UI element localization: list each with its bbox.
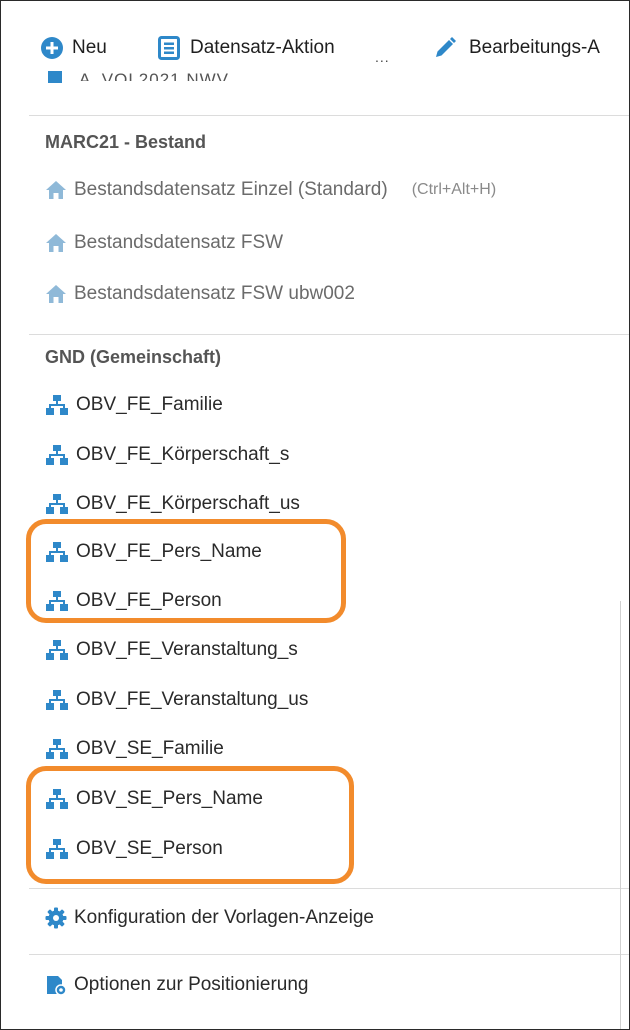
- template-menu-panel: Neu Datensatz-Aktion ... Bearbeitungs-A …: [0, 0, 630, 1030]
- home-icon: [48, 71, 62, 83]
- section-title-gnd: GND (Gemeinschaft): [45, 347, 222, 367]
- hierarchy-icon: [45, 444, 69, 466]
- gear-icon: [45, 907, 67, 929]
- hierarchy-icon: [45, 394, 69, 416]
- menu-item-label: OBV_FE_Körperschaft_s: [76, 444, 290, 465]
- hierarchy-icon: [45, 838, 69, 860]
- toolbar: Neu Datensatz-Aktion ... Bearbeitungs-A: [1, 1, 629, 71]
- edit-action-label: Bearbeitungs-A: [469, 37, 600, 58]
- record-list-icon: [158, 36, 180, 60]
- menu-item-obv-se-familie[interactable]: OBV_SE_Familie: [45, 738, 224, 760]
- shortcut-hint: (Ctrl+Alt+H): [411, 181, 497, 198]
- record-action-more-indicator: ...: [375, 49, 390, 65]
- divider: [29, 115, 629, 116]
- hierarchy-icon: [45, 738, 69, 760]
- home-icon: [45, 233, 67, 253]
- hierarchy-icon: [45, 639, 69, 661]
- menu-item-bestand-fsw[interactable]: Bestandsdatensatz FSW: [45, 232, 283, 254]
- menu-item-label: OBV_FE_Veranstaltung_s: [76, 639, 298, 660]
- menu-item-obv-fe-pers-name[interactable]: OBV_FE_Pers_Name: [45, 541, 262, 563]
- new-button-label: Neu: [72, 37, 107, 58]
- hierarchy-icon: [45, 788, 69, 810]
- home-icon: [45, 180, 67, 200]
- menu-item-obv-fe-familie[interactable]: OBV_FE_Familie: [45, 394, 223, 416]
- menu-item-label: OBV_FE_Familie: [76, 394, 223, 415]
- menu-item-label: OBV_FE_Veranstaltung_us: [76, 689, 309, 710]
- menu-item-bestand-fsw-ubw002[interactable]: Bestandsdatensatz FSW ubw002: [45, 283, 355, 305]
- menu-item-obv-fe-person[interactable]: OBV_FE_Person: [45, 590, 222, 612]
- menu-item-label: Bestandsdatensatz FSW: [74, 232, 284, 253]
- menu-item-bestand-einzel[interactable]: Bestandsdatensatz Einzel (Standard) (Ctr…: [45, 179, 496, 201]
- menu-item-obv-se-person[interactable]: OBV_SE_Person: [45, 838, 223, 860]
- config-template-display-label: Konfiguration der Vorlagen-Anzeige: [74, 907, 374, 928]
- menu-item-label: Bestandsdatensatz FSW ubw002: [74, 283, 355, 304]
- hierarchy-icon: [45, 541, 69, 563]
- record-action-label: Datensatz-Aktion: [190, 37, 335, 58]
- config-template-display-button[interactable]: Konfiguration der Vorlagen-Anzeige: [45, 907, 374, 929]
- positioning-options-label: Optionen zur Positionierung: [74, 974, 309, 995]
- menu-item-label: OBV_SE_Familie: [76, 738, 224, 759]
- hierarchy-icon: [45, 590, 69, 612]
- divider: [29, 888, 629, 889]
- new-button[interactable]: Neu: [40, 33, 107, 63]
- positioning-options-button[interactable]: Optionen zur Positionierung: [45, 974, 308, 996]
- scrollbar[interactable]: [620, 601, 621, 1029]
- divider: [29, 954, 629, 955]
- divider: [29, 334, 629, 335]
- edit-action-button[interactable]: Bearbeitungs-A: [433, 33, 600, 63]
- highlight-box: [26, 766, 354, 884]
- menu-item-obv-fe-veranstaltung-s[interactable]: OBV_FE_Veranstaltung_s: [45, 639, 298, 661]
- hierarchy-icon: [45, 493, 69, 515]
- menu-item-obv-fe-veranstaltung-us[interactable]: OBV_FE_Veranstaltung_us: [45, 689, 308, 711]
- pencil-icon: [433, 36, 457, 60]
- record-action-button[interactable]: Datensatz-Aktion: [158, 33, 335, 63]
- menu-item-label: OBV_FE_Körperschaft_us: [76, 493, 300, 514]
- menu-item-label: OBV_SE_Person: [76, 838, 223, 859]
- menu-item-obv-se-pers-name[interactable]: OBV_SE_Pers_Name: [45, 788, 263, 810]
- menu-item-obv-fe-koerperschaft-us[interactable]: OBV_FE_Körperschaft_us: [45, 493, 300, 515]
- menu-item-label: Bestandsdatensatz Einzel (Standard): [74, 179, 388, 200]
- section-title-marc21: MARC21 - Bestand: [45, 132, 207, 152]
- home-icon: [45, 284, 67, 304]
- menu-item-label: OBV_FE_Person: [76, 590, 222, 611]
- document-settings-icon: [45, 974, 67, 996]
- menu-item-obv-fe-koerperschaft-s[interactable]: OBV_FE_Körperschaft_s: [45, 444, 289, 466]
- menu-item-label: OBV_FE_Pers_Name: [76, 541, 262, 562]
- menu-item-label: OBV_SE_Pers_Name: [76, 788, 263, 809]
- hierarchy-icon: [45, 689, 69, 711]
- plus-circle-icon: [40, 36, 64, 60]
